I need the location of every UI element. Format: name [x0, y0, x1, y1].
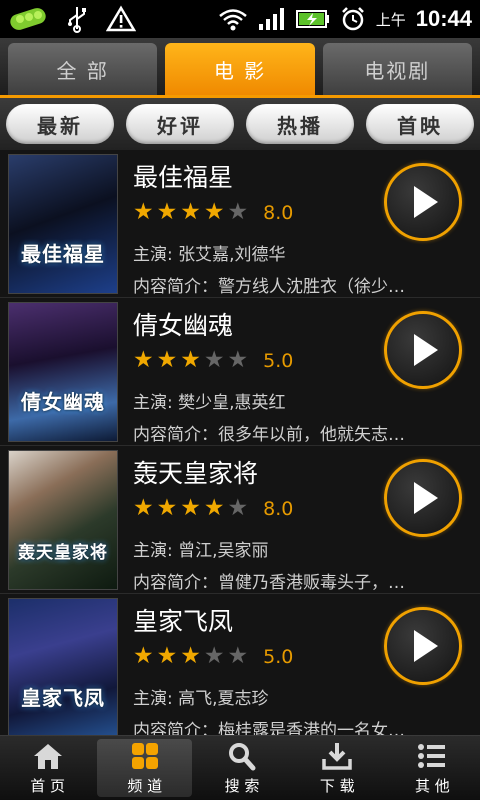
nav-channels[interactable]: 频 道 [97, 739, 193, 797]
star-icon: ★ [156, 495, 178, 521]
bottom-nav: 首 页 频 道 搜 索 下 载 其 他 [0, 735, 480, 800]
star-icon: ★ [227, 199, 249, 225]
star-icon: ★ [180, 495, 201, 521]
movie-title[interactable]: 轰天皇家将 [133, 454, 258, 490]
status-bar: 上午 10:44 [0, 0, 480, 38]
rating-stars: ★ ★ ★ ★ ★ 5.0 [133, 645, 293, 668]
list-icon [418, 743, 446, 768]
poster-title-text: 倩女幽魂 [21, 390, 105, 414]
star-icon: ★ [156, 643, 178, 669]
movie-summary: 内容简介：警方线人沈胜衣（徐少… [133, 277, 405, 297]
movie-summary: 内容简介：曾健乃香港贩毒头子，… [133, 573, 405, 593]
play-button[interactable] [384, 607, 462, 685]
nav-home-label: 首 页 [30, 776, 65, 795]
play-icon [414, 186, 438, 218]
tab-tv-series[interactable]: 电视剧 [322, 43, 472, 95]
star-icon: ★ [133, 495, 154, 521]
poster-title-text: 轰天皇家将 [18, 543, 108, 563]
nav-search[interactable]: 搜 索 [194, 736, 289, 800]
movie-title[interactable]: 倩女幽魂 [133, 306, 233, 342]
play-icon [414, 334, 438, 366]
time-ampm: 上午 [375, 10, 406, 29]
nav-other[interactable]: 其 他 [385, 736, 480, 800]
rating-score: 5.0 [263, 645, 294, 668]
filter-popular[interactable]: 热播 [246, 104, 354, 144]
star-icon: ★ [227, 495, 249, 521]
rating-stars: ★ ★ ★ ★ ★ 5.0 [133, 349, 293, 372]
movie-list: 最佳福星 最佳福星 ★ ★ ★ ★ ★ 8.0 主演: 张艾嘉,刘德华 内容简介… [0, 150, 480, 735]
star-icon: ★ [203, 347, 225, 373]
star-icon: ★ [133, 199, 154, 225]
home-icon [33, 743, 62, 769]
movie-row[interactable]: 皇家飞凤 皇家飞凤 ★ ★ ★ ★ ★ 5.0 主演: 高飞,夏志珍 内容简介：… [0, 594, 480, 735]
movie-poster[interactable]: 皇家飞凤 [8, 598, 118, 735]
usb-icon [68, 7, 86, 33]
star-icon: ★ [180, 199, 201, 225]
search-icon [229, 742, 256, 770]
movie-row[interactable]: 轰天皇家将 轰天皇家将 ★ ★ ★ ★ ★ 8.0 主演: 曾江,吴家丽 内容简… [0, 446, 480, 594]
nav-home[interactable]: 首 页 [0, 736, 95, 800]
play-icon [414, 482, 438, 514]
movie-row[interactable]: 最佳福星 最佳福星 ★ ★ ★ ★ ★ 8.0 主演: 张艾嘉,刘德华 内容简介… [0, 150, 480, 298]
star-icon: ★ [203, 495, 225, 521]
nav-download[interactable]: 下 载 [290, 736, 385, 800]
star-icon: ★ [227, 643, 249, 669]
play-icon [414, 630, 438, 662]
nav-search-label: 搜 索 [224, 776, 260, 795]
movie-title[interactable]: 最佳福星 [133, 158, 233, 194]
rating-score: 5.0 [263, 349, 294, 372]
play-button[interactable] [384, 459, 462, 537]
clock-time: 10:44 [415, 6, 472, 31]
poster-title-text: 皇家飞凤 [21, 686, 105, 710]
movie-actors: 主演: 高飞,夏志珍 [133, 689, 269, 709]
movie-actors: 主演: 张艾嘉,刘德华 [133, 245, 286, 265]
poster-title-text: 最佳福星 [21, 242, 105, 266]
rating-score: 8.0 [263, 497, 294, 520]
movie-row[interactable]: 倩女幽魂 倩女幽魂 ★ ★ ★ ★ ★ 5.0 主演: 樊少皇,惠英红 内容简介… [0, 298, 480, 446]
star-icon: ★ [133, 643, 154, 669]
tab-all[interactable]: 全 部 [8, 43, 158, 95]
star-icon: ★ [133, 347, 154, 373]
play-button[interactable] [384, 311, 462, 389]
filter-latest[interactable]: 最新 [6, 104, 114, 144]
rating-score: 8.0 [263, 201, 294, 224]
movie-poster[interactable]: 最佳福星 [8, 154, 118, 294]
filter-premiere[interactable]: 首映 [366, 104, 474, 144]
star-icon: ★ [156, 199, 178, 225]
nav-other-label: 其 他 [415, 776, 450, 795]
movie-summary: 内容简介：梅桂露是香港的一名女… [133, 721, 405, 735]
rating-stars: ★ ★ ★ ★ ★ 8.0 [133, 497, 293, 520]
star-icon: ★ [180, 347, 201, 373]
movie-summary: 内容简介：很多年以前，他就矢志… [133, 425, 405, 445]
nav-download-label: 下 载 [319, 776, 355, 795]
filter-bar: 最新 好评 热播 首映 [0, 98, 480, 150]
star-icon: ★ [180, 643, 201, 669]
signal-icon [258, 8, 284, 30]
movie-title[interactable]: 皇家飞凤 [133, 602, 233, 638]
alarm-icon [341, 7, 364, 31]
wifi-icon [218, 9, 247, 31]
star-icon: ★ [156, 347, 178, 373]
category-tabs: 全 部 电 影 电视剧 [0, 38, 480, 98]
star-icon: ★ [203, 643, 225, 669]
tab-movies[interactable]: 电 影 [165, 43, 315, 95]
battery-charging-icon [295, 10, 329, 28]
play-button[interactable] [384, 163, 462, 241]
star-icon: ★ [227, 347, 249, 373]
warning-icon [106, 5, 136, 32]
filter-top-rated[interactable]: 好评 [126, 104, 234, 144]
download-icon [322, 742, 352, 770]
pea-pod-icon [8, 5, 48, 33]
movie-actors: 主演: 樊少皇,惠英红 [133, 393, 286, 413]
movie-actors: 主演: 曾江,吴家丽 [133, 541, 269, 561]
movie-poster[interactable]: 轰天皇家将 [8, 450, 118, 590]
rating-stars: ★ ★ ★ ★ ★ 8.0 [133, 201, 293, 224]
movie-poster[interactable]: 倩女幽魂 [8, 302, 118, 442]
grid-icon [131, 742, 158, 769]
star-icon: ★ [203, 199, 225, 225]
nav-channels-label: 频 道 [127, 776, 163, 795]
